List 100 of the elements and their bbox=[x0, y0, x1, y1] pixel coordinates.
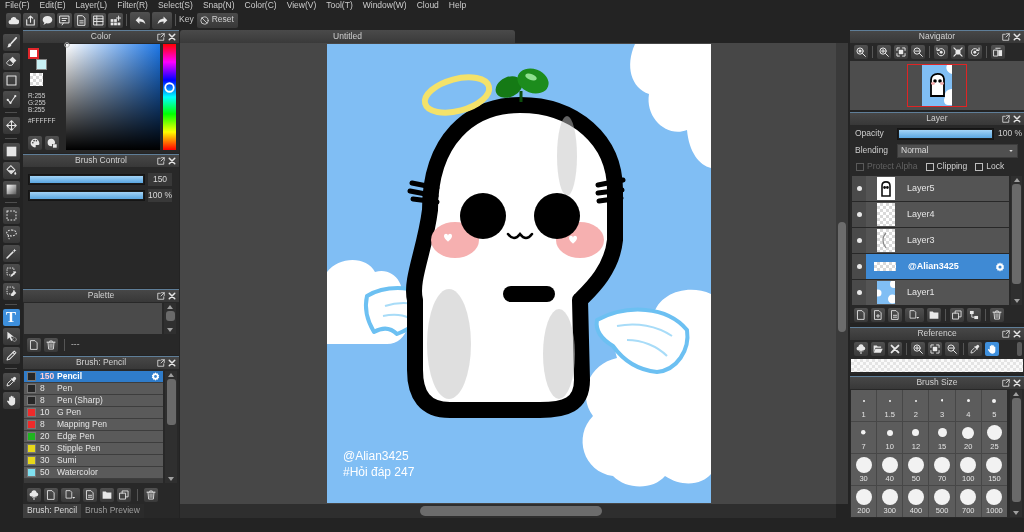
scroll-thumb[interactable] bbox=[420, 506, 602, 516]
layer-row[interactable]: @Alian3425 bbox=[866, 254, 1009, 279]
document-button[interactable] bbox=[74, 12, 89, 28]
tiles-button[interactable] bbox=[108, 12, 123, 28]
fit-frame-button[interactable] bbox=[928, 342, 942, 356]
scroll-thumb[interactable] bbox=[838, 222, 846, 332]
ring-icon[interactable] bbox=[164, 81, 175, 93]
scroll-thumb[interactable] bbox=[165, 311, 175, 321]
brush-row[interactable]: 8 Mapping Pen bbox=[24, 419, 163, 431]
layer-row[interactable]: Layer5 bbox=[866, 176, 1009, 201]
brush-row[interactable]: 10 G Pen bbox=[24, 407, 163, 419]
panel-tab[interactable]: Brush: Pencil bbox=[23, 504, 82, 518]
visibility-toggle[interactable] bbox=[852, 280, 866, 305]
color-swatch-icon[interactable] bbox=[36, 59, 47, 70]
close-button[interactable] bbox=[168, 359, 176, 367]
cloud-upload-button[interactable] bbox=[27, 488, 41, 502]
checkbox[interactable] bbox=[925, 163, 934, 171]
gradient-square-tool[interactable] bbox=[2, 181, 20, 198]
lasso-tool[interactable] bbox=[2, 226, 20, 243]
document-tab[interactable]: Untitled bbox=[180, 30, 515, 43]
scroll-thumb[interactable] bbox=[1011, 398, 1021, 502]
rotate-left-button[interactable] bbox=[934, 45, 948, 59]
eyedropper-button[interactable] bbox=[968, 342, 982, 356]
copy-button[interactable] bbox=[117, 488, 131, 502]
magic-wand-tool[interactable] bbox=[2, 245, 20, 262]
close-button[interactable] bbox=[168, 157, 176, 165]
hand-tool[interactable] bbox=[2, 392, 20, 409]
hand-button[interactable] bbox=[985, 342, 999, 356]
polyline-tool[interactable] bbox=[2, 91, 20, 108]
pop-out-button[interactable] bbox=[157, 292, 165, 300]
rotate-right-button[interactable] bbox=[968, 45, 982, 59]
brush-tool[interactable] bbox=[2, 34, 20, 51]
menu-item[interactable]: Select(S) bbox=[157, 0, 193, 10]
pop-out-button[interactable] bbox=[1002, 33, 1010, 41]
copy-button[interactable] bbox=[950, 307, 964, 322]
close-button[interactable] bbox=[1013, 379, 1021, 387]
table-button[interactable] bbox=[91, 12, 106, 28]
pen-tool[interactable] bbox=[2, 347, 20, 364]
visibility-toggle[interactable] bbox=[852, 202, 866, 227]
pointer-tool[interactable] bbox=[2, 328, 20, 345]
menu-item[interactable]: Cloud bbox=[416, 0, 439, 10]
reset-button[interactable]: Reset bbox=[196, 12, 238, 28]
scroll-up-icon[interactable] bbox=[1013, 178, 1020, 182]
zoom-button[interactable] bbox=[854, 45, 868, 59]
eraser-tool[interactable] bbox=[2, 53, 20, 70]
scroll-up-icon[interactable] bbox=[168, 373, 174, 377]
layer-row[interactable]: Layer4 bbox=[866, 202, 1009, 227]
text-tool[interactable]: T bbox=[2, 309, 20, 326]
undo-button[interactable] bbox=[130, 11, 150, 29]
scroll-up-icon[interactable] bbox=[1013, 392, 1019, 396]
dashed-rectangle-pen-tool[interactable] bbox=[2, 264, 20, 281]
document-lines-button[interactable] bbox=[83, 488, 97, 502]
close-button[interactable] bbox=[168, 33, 176, 41]
paint-bucket-tool[interactable] bbox=[2, 162, 20, 179]
merge-button[interactable] bbox=[967, 307, 981, 322]
close-button[interactable] bbox=[1013, 33, 1021, 41]
layer-row[interactable]: Layer1 bbox=[866, 280, 1009, 305]
document-button[interactable] bbox=[854, 307, 868, 322]
brush-row[interactable]: 150 Pencil bbox=[24, 371, 163, 383]
color-square[interactable] bbox=[66, 44, 160, 150]
trash-button[interactable] bbox=[990, 307, 1004, 322]
folder-button[interactable] bbox=[871, 342, 885, 356]
zoom-in-button[interactable] bbox=[877, 45, 891, 59]
menu-item[interactable]: Color(C) bbox=[244, 0, 277, 10]
pop-out-button[interactable] bbox=[157, 157, 165, 165]
pop-out-button[interactable] bbox=[1002, 115, 1010, 123]
trash-button[interactable] bbox=[144, 488, 158, 502]
zoom-out-button[interactable] bbox=[945, 342, 959, 356]
view-frame[interactable] bbox=[907, 64, 967, 107]
transparent-swatch-icon[interactable] bbox=[30, 73, 43, 86]
cloud-button[interactable] bbox=[6, 12, 21, 28]
color-swatch-icon[interactable] bbox=[28, 48, 39, 59]
palette-button[interactable] bbox=[28, 136, 42, 150]
eyedropper-tool[interactable] bbox=[2, 373, 20, 390]
close-button[interactable] bbox=[1013, 330, 1021, 338]
close-button[interactable] bbox=[888, 342, 902, 356]
close-button[interactable] bbox=[1013, 115, 1021, 123]
scroll-thumb[interactable] bbox=[1012, 184, 1021, 284]
flip-button[interactable] bbox=[991, 45, 1005, 59]
scroll-up-icon[interactable] bbox=[167, 305, 173, 309]
brush-row[interactable]: 50 Watercolor bbox=[24, 467, 163, 479]
pop-out-button[interactable] bbox=[157, 359, 165, 367]
document-dropdown-button[interactable] bbox=[61, 488, 80, 502]
scroll-down-icon[interactable] bbox=[1013, 511, 1019, 515]
document-button[interactable] bbox=[44, 488, 58, 502]
zoom-out-button[interactable] bbox=[911, 45, 925, 59]
palette-square-button[interactable] bbox=[45, 136, 59, 150]
menu-item[interactable]: Edit(E) bbox=[39, 0, 66, 10]
blending-dropdown[interactable]: Normal bbox=[897, 143, 1018, 158]
brush-row[interactable]: 8 Pen (Sharp) bbox=[24, 395, 163, 407]
menu-item[interactable]: View(V) bbox=[286, 0, 317, 10]
cloud-upload-button[interactable] bbox=[854, 342, 868, 356]
speech-bubble-button[interactable] bbox=[40, 12, 55, 28]
document-dropdown-button[interactable] bbox=[905, 307, 924, 322]
trash-button[interactable] bbox=[44, 338, 58, 352]
scroll-thumb[interactable] bbox=[166, 379, 176, 425]
folder-button[interactable] bbox=[927, 307, 941, 322]
dashed-rectangle-eraser-tool[interactable] bbox=[2, 283, 20, 300]
document-lines-button[interactable] bbox=[888, 307, 902, 322]
brush-row[interactable]: 8 Pen bbox=[24, 383, 163, 395]
